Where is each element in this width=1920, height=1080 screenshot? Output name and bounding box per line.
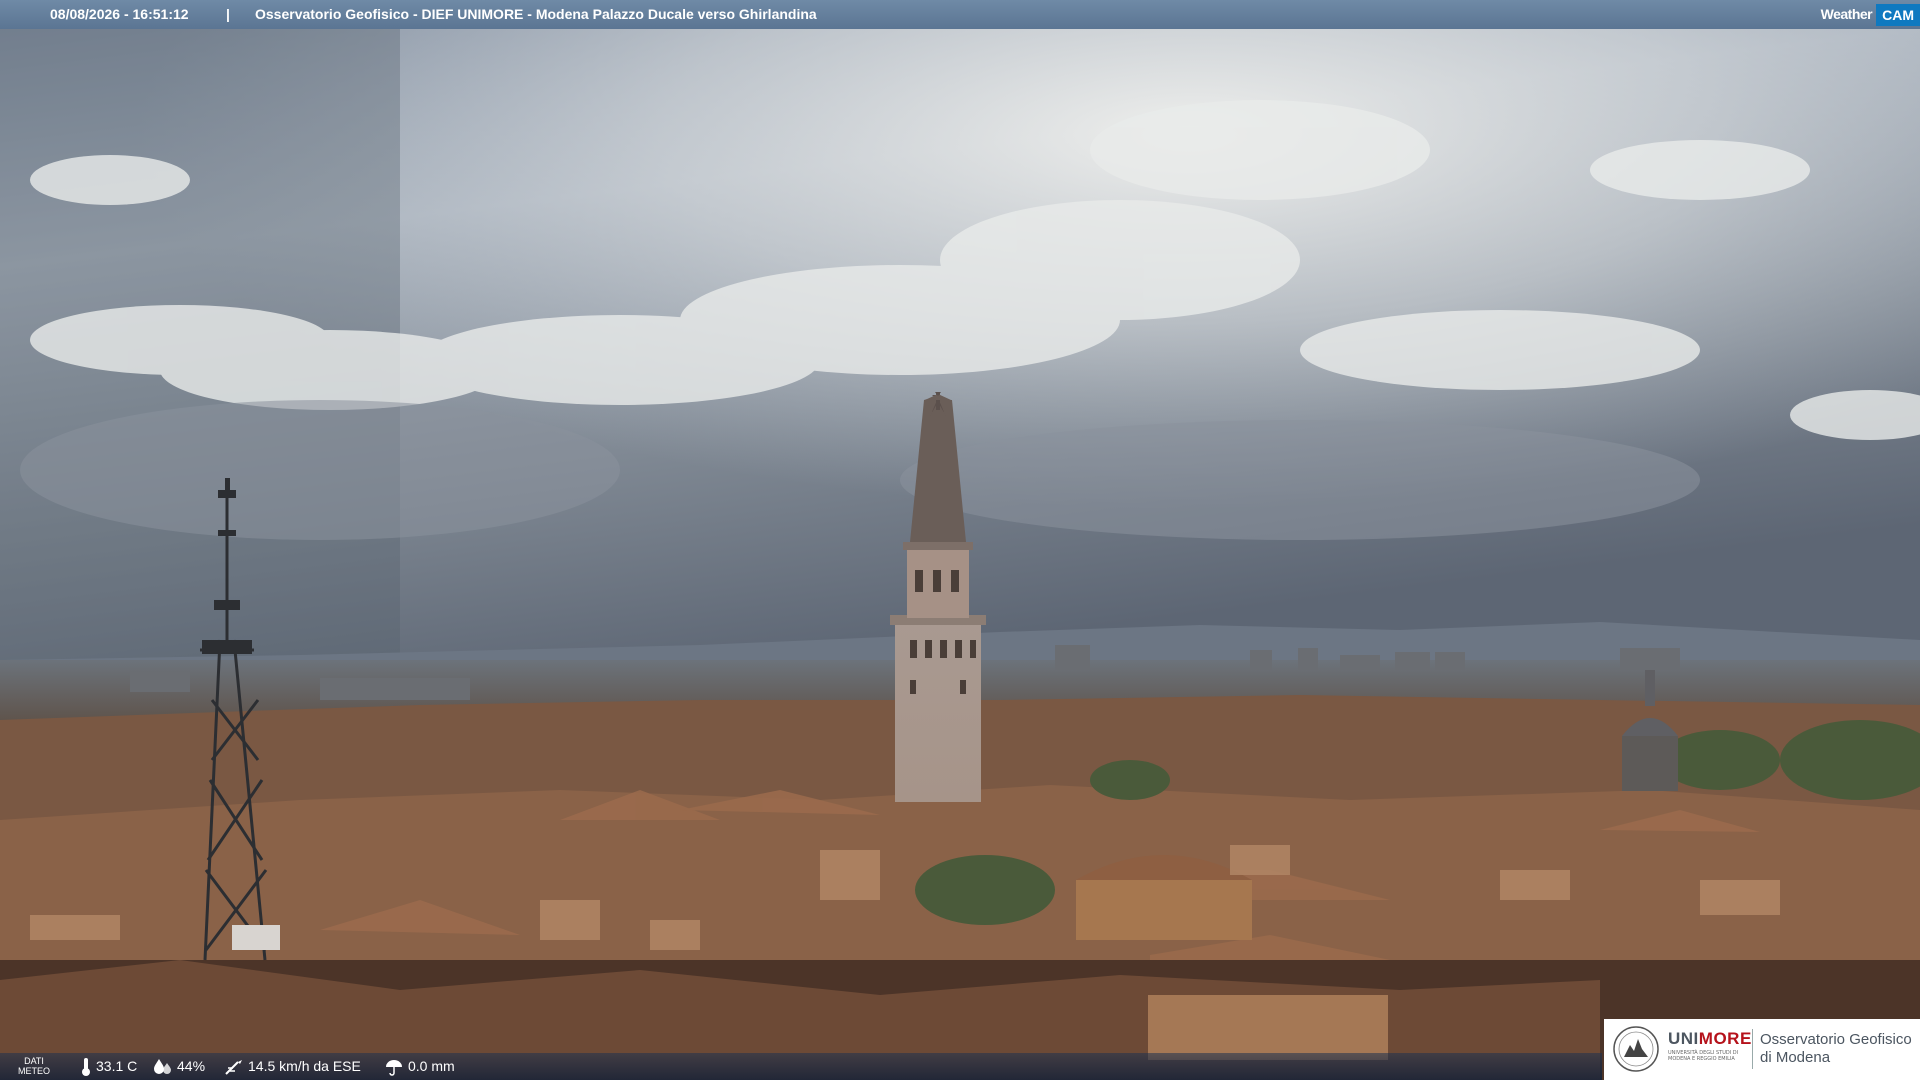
weathercam-logo-weather: Weather xyxy=(1820,6,1873,22)
thermometer-icon xyxy=(80,1057,92,1077)
wind-icon xyxy=(224,1058,244,1076)
header-bar: 08/08/2026 - 16:51:12 | Osservatorio Geo… xyxy=(0,0,1920,29)
weathercam-logo: Weather CAM xyxy=(1821,0,1920,29)
humidity-drops-icon xyxy=(153,1058,173,1076)
unimore-subtitle-line2: MODENA E REGGIO EMILIA xyxy=(1668,1056,1735,1062)
observatory-name: Osservatorio Geofisico di Modena xyxy=(1760,1031,1912,1067)
weather-label: DATI METEO xyxy=(18,1056,50,1076)
unimore-subtitle: UNIVERSITÀ DEGLI STUDI DI MODENA E REGGI… xyxy=(1668,1050,1738,1062)
weathercam-logo-cam: CAM xyxy=(1876,3,1920,26)
unimore-wordmark-more: MORE xyxy=(1698,1029,1752,1048)
weather-data-bar: DATI METEO 33.1 C 44% 14.5 km/h da ESE 0… xyxy=(0,1053,1602,1080)
timestamp: 08/08/2026 - 16:51:12 xyxy=(50,6,189,22)
wind-value: 14.5 km/h da ESE xyxy=(248,1058,361,1074)
unimore-wordmark: UNIMORE xyxy=(1668,1029,1752,1049)
logo-divider xyxy=(1752,1029,1753,1069)
unimore-logo-panel: UNIMORE UNIVERSITÀ DEGLI STUDI DI MODENA… xyxy=(1604,1019,1920,1080)
header-separator: | xyxy=(226,6,230,22)
observatory-name-line2: di Modena xyxy=(1760,1049,1831,1066)
camera-title: Osservatorio Geofisico - DIEF UNIMORE - … xyxy=(255,6,817,22)
wind-reading: 14.5 km/h da ESE xyxy=(224,1053,361,1080)
weather-label-line2: METEO xyxy=(18,1066,51,1076)
rain-reading: 0.0 mm xyxy=(384,1053,455,1080)
rain-value: 0.0 mm xyxy=(408,1058,455,1074)
humidity-value: 44% xyxy=(177,1058,206,1074)
unimore-seal-icon xyxy=(1612,1025,1660,1077)
temperature-value: 33.1 C xyxy=(96,1058,138,1074)
webcam-photo xyxy=(0,0,1920,1080)
rain-umbrella-icon xyxy=(384,1058,404,1076)
weather-label-line1: DATI xyxy=(24,1056,44,1066)
unimore-wordmark-uni: UNI xyxy=(1668,1029,1699,1048)
temperature-reading: 33.1 C xyxy=(80,1053,137,1080)
observatory-name-line1: Osservatorio Geofisico xyxy=(1760,1031,1912,1048)
humidity-reading: 44% xyxy=(153,1053,205,1080)
